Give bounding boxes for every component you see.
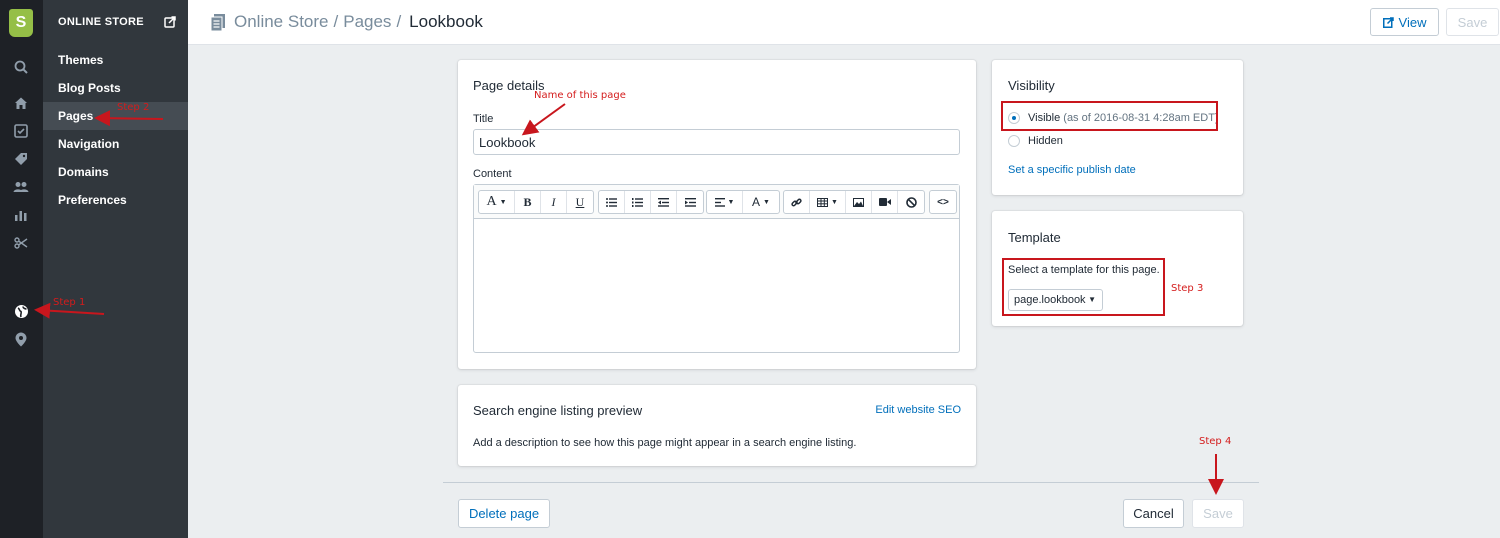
align-dropdown[interactable]: ▼ [707,191,743,213]
editor-toolbar: A ▼ B I U ▼ A ▼ ▼ <> [474,185,959,219]
toolbar-group-insert: ▼ [783,190,925,214]
delete-page-button[interactable]: Delete page [458,499,550,528]
underline-button[interactable]: U [567,191,593,213]
image-icon[interactable] [846,191,872,213]
breadcrumb: Online Store / Pages / Lookbook [211,12,483,32]
numbered-list-icon[interactable] [625,191,651,213]
font-style-dropdown[interactable]: A ▼ [479,191,515,213]
html-code-icon[interactable]: <> [930,191,956,213]
orders-icon[interactable] [12,122,30,140]
link-icon[interactable] [784,191,810,213]
table-dropdown[interactable]: ▼ [810,191,846,213]
hidden-radio[interactable] [1008,135,1020,147]
breadcrumb-separator: / [396,12,402,31]
view-button[interactable]: View [1370,8,1439,36]
footer-divider [443,482,1259,483]
save-button-top[interactable]: Save [1446,8,1499,36]
toolbar-group-text: A ▼ B I U [478,190,594,214]
nav-item-navigation[interactable]: Navigation [43,130,188,158]
external-link-icon[interactable] [164,16,176,28]
bullet-list-icon[interactable] [599,191,625,213]
seo-description: Add a description to see how this page m… [473,437,857,449]
visibility-highlight-box [1001,101,1218,131]
publish-date-link[interactable]: Set a specific publish date [1008,164,1136,176]
breadcrumb-online-store[interactable]: Online Store [234,12,329,32]
hidden-label[interactable]: Hidden [1028,135,1063,147]
view-button-label: View [1398,14,1427,30]
outdent-icon[interactable] [651,191,677,213]
text-color-dropdown[interactable]: A ▼ [743,191,779,213]
online-store-icon[interactable] [12,302,30,320]
seo-preview-card: Search engine listing preview Edit websi… [458,385,976,466]
step2-annotation: Step 2 [117,102,150,113]
edit-seo-link[interactable]: Edit website SEO [875,404,961,416]
location-icon[interactable] [12,330,30,348]
top-bar: Online Store / Pages / Lookbook View Sav… [188,0,1500,45]
page-name-annotation: Name of this page [534,90,626,101]
shopify-logo[interactable]: S [9,9,33,37]
page-title: Lookbook [409,12,483,31]
icon-rail: S [0,0,43,538]
nav-section-title: ONLINE STORE [43,0,188,44]
title-input[interactable]: Lookbook [473,129,960,155]
online-store-nav: ONLINE STORE Themes Blog Posts Pages Nav… [43,0,188,538]
title-input-value: Lookbook [479,134,536,150]
content-editor: A ▼ B I U ▼ A ▼ ▼ <> [473,184,960,353]
products-icon[interactable] [12,150,30,168]
nav-item-pages[interactable]: Pages [43,102,188,130]
video-icon[interactable] [872,191,898,213]
template-highlight-box [1002,258,1165,316]
visibility-heading: Visibility [1008,78,1055,93]
title-label: Title [473,113,494,125]
step4-annotation: Step 4 [1199,436,1232,447]
toolbar-group-align: ▼ A ▼ [706,190,780,214]
content-editor-body[interactable] [474,219,959,352]
toolbar-group-html: <> [929,190,957,214]
seo-heading: Search engine listing preview [473,403,643,418]
external-link-icon [1382,16,1394,28]
save-button[interactable]: Save [1192,499,1244,528]
template-heading: Template [1008,230,1061,245]
discounts-icon[interactable] [12,234,30,252]
toolbar-group-lists [598,190,704,214]
nav-section-title-text: ONLINE STORE [58,16,144,28]
content-label: Content [473,168,512,180]
nav-item-themes[interactable]: Themes [43,46,188,74]
home-icon[interactable] [12,94,30,112]
breadcrumb-pages[interactable]: Pages [343,12,391,32]
search-icon[interactable] [12,58,30,76]
page-details-card: Page details Title Lookbook Content A ▼ B… [458,60,976,369]
indent-icon[interactable] [677,191,703,213]
pages-icon [211,13,225,31]
nav-item-domains[interactable]: Domains [43,158,188,186]
nav-item-blog-posts[interactable]: Blog Posts [43,74,188,102]
nav-item-preferences[interactable]: Preferences [43,186,188,214]
customers-icon[interactable] [12,178,30,196]
step1-annotation: Step 1 [53,297,86,308]
cancel-button[interactable]: Cancel [1123,499,1184,528]
reports-icon[interactable] [12,206,30,224]
italic-button[interactable]: I [541,191,567,213]
bold-button[interactable]: B [515,191,541,213]
step3-annotation: Step 3 [1171,283,1204,294]
breadcrumb-separator: / [333,12,339,31]
clear-format-icon[interactable] [898,191,924,213]
